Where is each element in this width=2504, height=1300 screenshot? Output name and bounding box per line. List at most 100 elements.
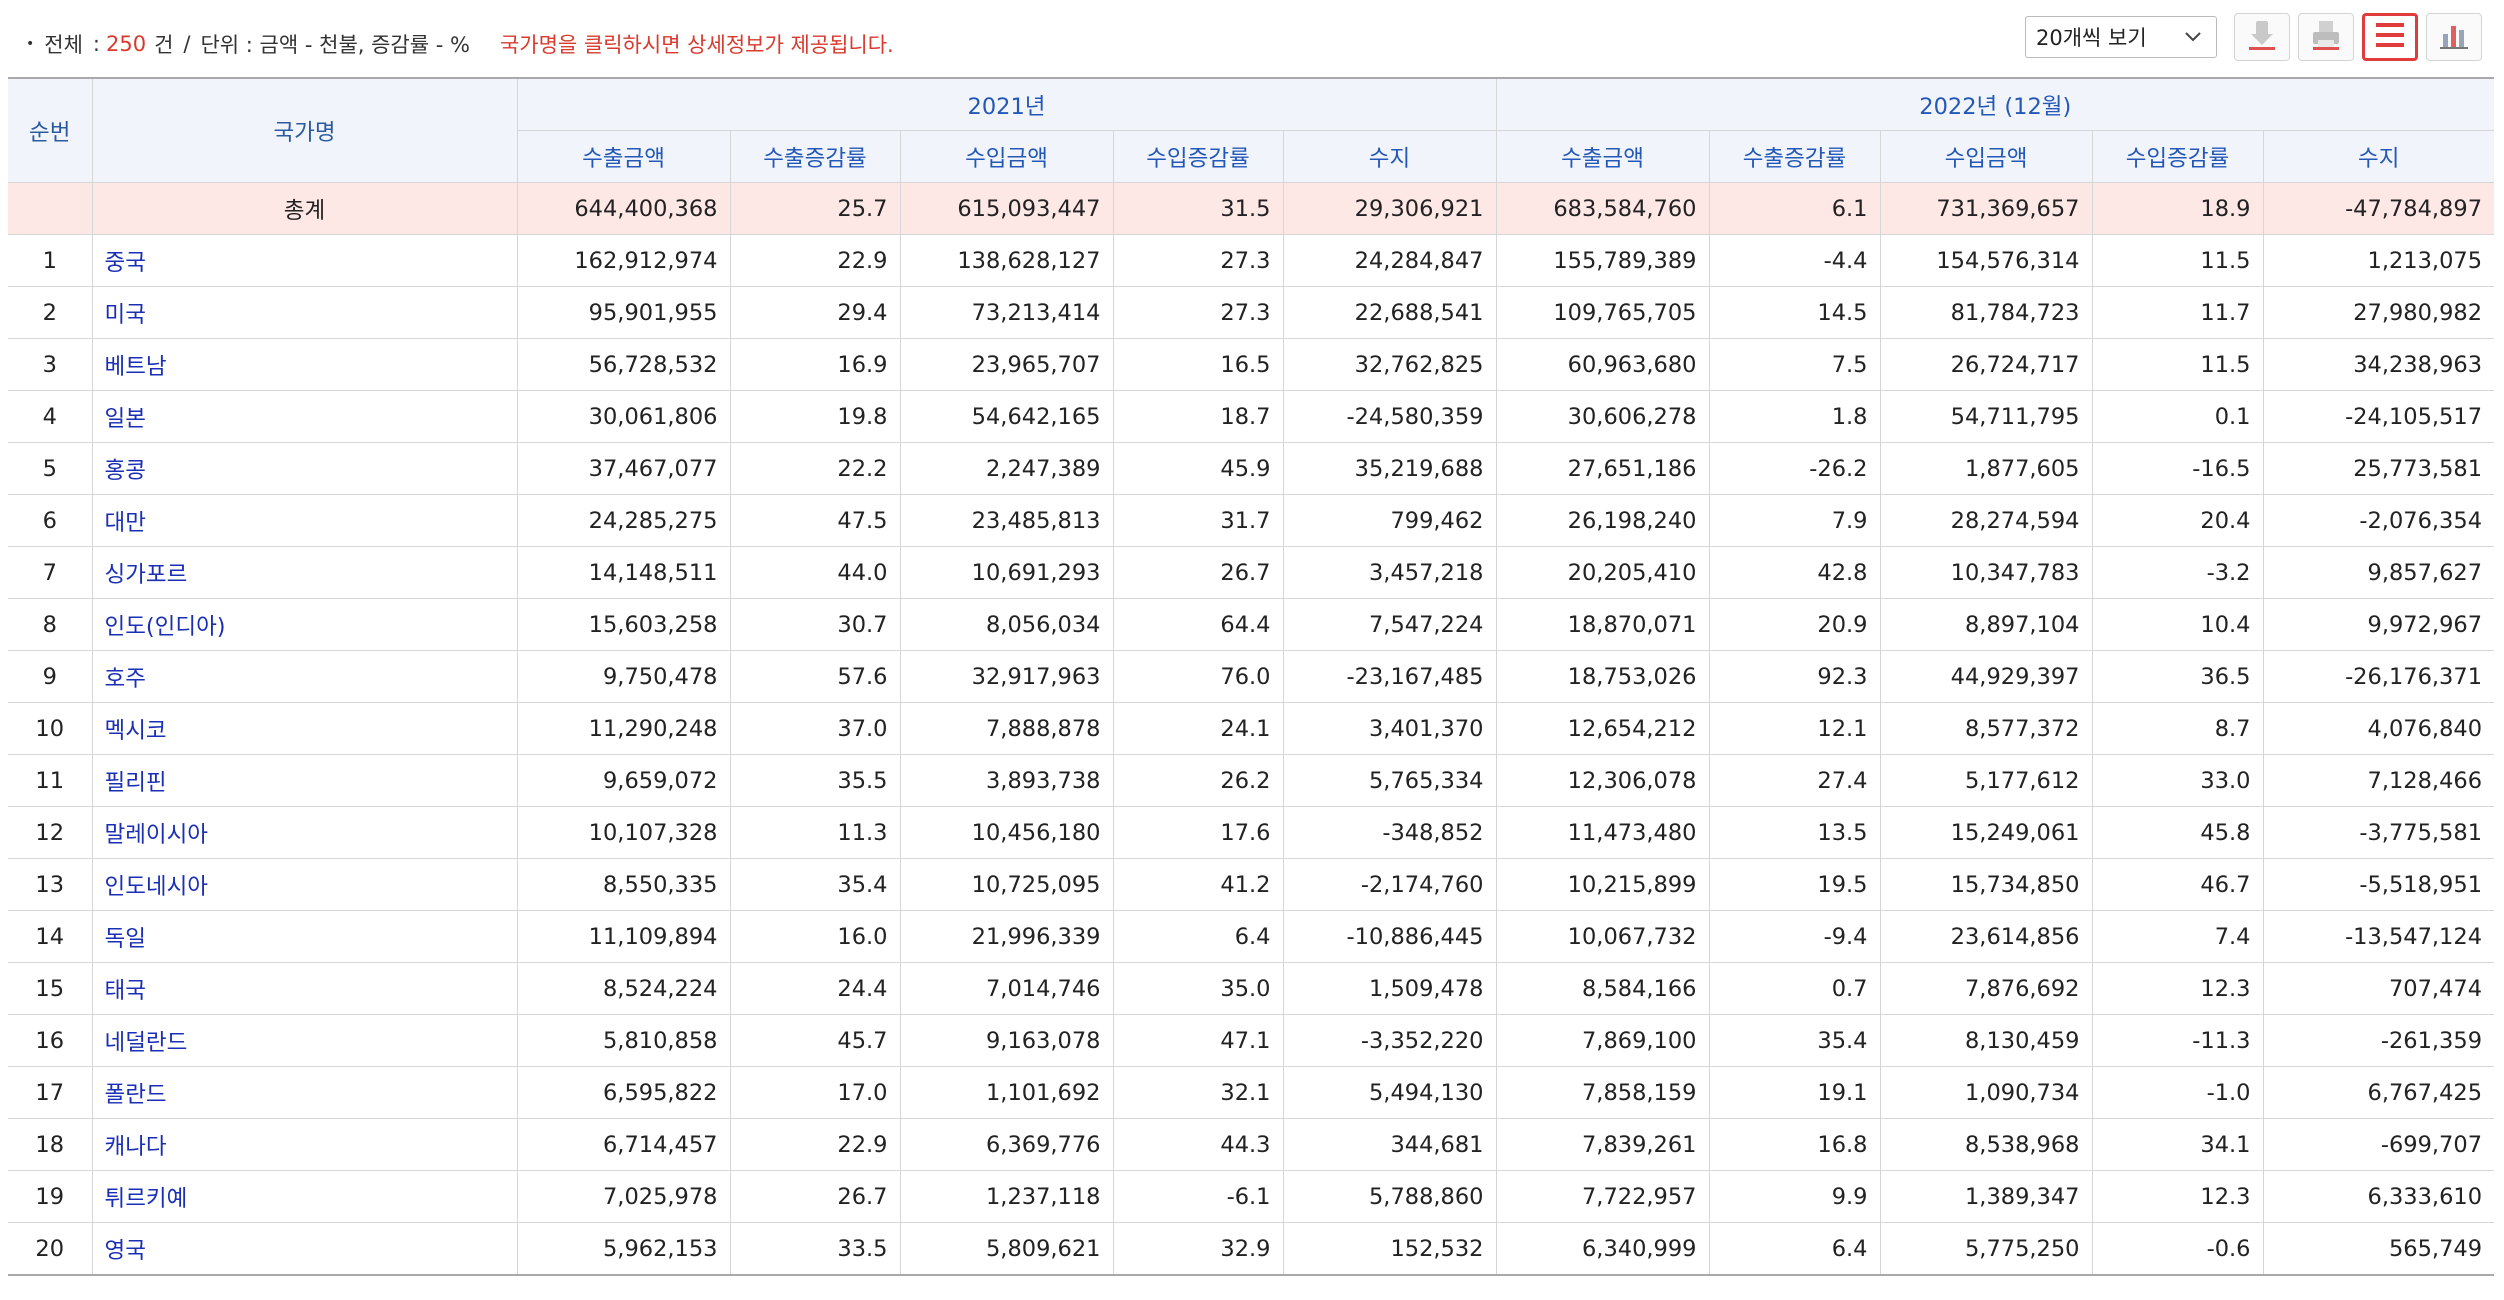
value-cell: -6.1	[1112, 1170, 1284, 1223]
value-cell: 54,711,795	[1879, 390, 2093, 443]
header-balance: 수지	[1282, 130, 1497, 183]
value-cell: 1,213,075	[2262, 234, 2495, 287]
value-cell: 11.3	[729, 806, 901, 859]
value-cell: 29,306,921	[1282, 182, 1497, 235]
value-cell: 34.1	[2091, 1118, 2264, 1171]
country-link[interactable]: 중국	[91, 234, 518, 287]
country-link[interactable]: 대만	[91, 494, 518, 547]
row-number: 6	[8, 494, 93, 547]
value-cell: 6,369,776	[899, 1118, 1114, 1171]
value-cell: 42.8	[1708, 546, 1881, 599]
value-cell: -47,784,897	[2262, 182, 2495, 235]
country-link[interactable]: 영국	[91, 1222, 518, 1276]
value-cell: 9,972,967	[2262, 598, 2495, 651]
header-import-growth: 수입증감률	[1112, 130, 1284, 183]
row-number: 5	[8, 442, 93, 495]
country-link[interactable]: 멕시코	[91, 702, 518, 755]
value-cell: 11.7	[2091, 286, 2264, 339]
value-cell: 12,306,078	[1495, 754, 1710, 807]
country-link[interactable]: 말레이시아	[91, 806, 518, 859]
value-cell: -348,852	[1282, 806, 1497, 859]
country-link[interactable]: 튀르키예	[91, 1170, 518, 1223]
value-cell: 11,473,480	[1495, 806, 1710, 859]
table-row: 14 독일 11,109,894 16.0 21,996,339 6.4 -10,886,4…	[8, 910, 2495, 963]
value-cell: -24,580,359	[1282, 390, 1497, 443]
header-import-amount: 수입금액	[1879, 130, 2093, 183]
value-cell: 20,205,410	[1495, 546, 1710, 599]
country-link[interactable]: 싱가포르	[91, 546, 518, 599]
country-link[interactable]: 태국	[91, 962, 518, 1015]
value-cell: 26.7	[729, 1170, 901, 1223]
value-cell: 565,749	[2262, 1222, 2495, 1276]
value-cell: 29.4	[729, 286, 901, 339]
value-cell: -26,176,371	[2262, 650, 2495, 703]
table-row: 5 홍콩 37,467,077 22.2 2,247,389 45.9 35,219,688…	[8, 442, 2495, 495]
country-link[interactable]: 필리핀	[91, 754, 518, 807]
country-link[interactable]: 일본	[91, 390, 518, 443]
country-link[interactable]: 호주	[91, 650, 518, 703]
country-link[interactable]: 네덜란드	[91, 1014, 518, 1067]
value-cell: 155,789,389	[1495, 234, 1710, 287]
value-cell: 25.7	[729, 182, 901, 235]
country-link[interactable]: 미국	[91, 286, 518, 339]
value-cell: 92.3	[1708, 650, 1881, 703]
total-count: 250	[105, 32, 147, 56]
value-cell: 41.2	[1112, 858, 1284, 911]
chart-view-button[interactable]	[2426, 13, 2482, 61]
header-export-amount: 수출금액	[517, 130, 731, 183]
value-cell: 31.5	[1112, 182, 1284, 235]
value-cell: 3,457,218	[1282, 546, 1497, 599]
download-button[interactable]	[2234, 13, 2290, 61]
value-cell: 2,247,389	[899, 442, 1114, 495]
list-view-button[interactable]	[2362, 13, 2418, 61]
value-cell: 46.7	[2091, 858, 2264, 911]
value-cell: 7,722,957	[1495, 1170, 1710, 1223]
value-cell: 64.4	[1112, 598, 1284, 651]
page-size-select[interactable]: 20개씩 보기	[2025, 16, 2217, 58]
value-cell: 36.5	[2091, 650, 2264, 703]
value-cell: 15,249,061	[1879, 806, 2093, 859]
value-cell: 37,467,077	[516, 442, 731, 495]
value-cell: 17.0	[729, 1066, 901, 1119]
value-cell: 21,996,339	[899, 910, 1114, 963]
value-cell: 9,659,072	[516, 754, 731, 807]
value-cell: 11,109,894	[516, 910, 731, 963]
value-cell: -26.2	[1708, 442, 1881, 495]
value-cell: 95,901,955	[516, 286, 731, 339]
value-cell: 5,765,334	[1282, 754, 1497, 807]
country-link[interactable]: 독일	[91, 910, 518, 963]
print-icon	[2309, 18, 2343, 56]
value-cell: 5,809,621	[899, 1222, 1114, 1276]
value-cell: 7,858,159	[1495, 1066, 1710, 1119]
value-cell: 35.0	[1112, 962, 1284, 1015]
value-cell: 5,810,858	[516, 1014, 731, 1067]
country-link[interactable]: 폴란드	[91, 1066, 518, 1119]
table-row: 11 필리핀 9,659,072 35.5 3,893,738 26.2 5,765,334…	[8, 754, 2495, 807]
value-cell: 33.0	[2091, 754, 2264, 807]
print-button[interactable]	[2298, 13, 2354, 61]
value-cell: 15,734,850	[1879, 858, 2093, 911]
row-number: 17	[8, 1066, 93, 1119]
country-link[interactable]: 베트남	[91, 338, 518, 391]
row-number: 14	[8, 910, 93, 963]
value-cell: 60,963,680	[1495, 338, 1710, 391]
value-cell: 6,340,999	[1495, 1222, 1710, 1276]
colon: :	[92, 32, 100, 56]
row-number: 9	[8, 650, 93, 703]
country-link[interactable]: 캐나다	[91, 1118, 518, 1171]
value-cell: 12.1	[1708, 702, 1881, 755]
value-cell: 10,691,293	[899, 546, 1114, 599]
value-cell: 76.0	[1112, 650, 1284, 703]
value-cell: 8,130,459	[1879, 1014, 2093, 1067]
value-cell: 32,917,963	[899, 650, 1114, 703]
value-cell: 10,107,328	[516, 806, 731, 859]
value-cell: 26,724,717	[1879, 338, 2093, 391]
country-link[interactable]: 홍콩	[91, 442, 518, 495]
value-cell: 28,274,594	[1879, 494, 2093, 547]
value-cell: 8,550,335	[516, 858, 731, 911]
country-link[interactable]: 인도네시아	[91, 858, 518, 911]
header-export-amount: 수출금액	[1495, 130, 1710, 183]
value-cell: 0.7	[1708, 962, 1881, 1015]
row-number: 4	[8, 390, 93, 443]
country-link[interactable]: 인도(인디아)	[91, 598, 518, 651]
